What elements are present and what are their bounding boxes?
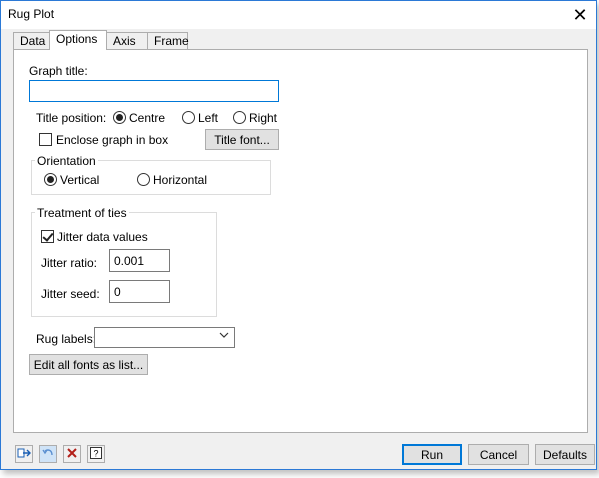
orientation-label: Orientation (35, 154, 98, 168)
jitter-data-checkbox[interactable] (41, 230, 54, 243)
defaults-button[interactable]: Defaults (535, 444, 595, 465)
title-font-button[interactable]: Title font... (205, 129, 279, 150)
cancel-button[interactable]: Cancel (468, 444, 529, 465)
jitter-data-label: Jitter data values (57, 230, 148, 244)
chevron-down-icon (219, 330, 229, 343)
close-icon: ✕ (572, 4, 588, 25)
title-position-centre-label: Centre (129, 111, 166, 125)
tab-options[interactable]: Options (49, 30, 107, 50)
jitter-seed-label: Jitter seed: (41, 287, 100, 301)
title-position-right-label: Right (249, 111, 278, 125)
clear-button[interactable] (63, 445, 81, 463)
enclose-graph-checkbox[interactable] (39, 133, 52, 146)
close-button[interactable]: ✕ (564, 1, 596, 29)
orientation-vertical-radio[interactable] (44, 173, 57, 186)
svg-text:?: ? (93, 448, 98, 458)
title-bar: Rug Plot ✕ (1, 1, 596, 29)
title-position-left-label: Left (198, 111, 219, 125)
pin-icon (17, 447, 31, 462)
enclose-graph-label: Enclose graph in box (56, 133, 169, 147)
tab-axis[interactable]: Axis (106, 32, 148, 49)
orientation-vertical-label: Vertical (60, 173, 100, 187)
options-panel: Graph title: Title position: Centre Left… (13, 49, 588, 433)
orientation-horizontal-radio[interactable] (137, 173, 150, 186)
orientation-horizontal-label: Horizontal (153, 173, 208, 187)
undo-icon (42, 447, 54, 461)
tab-data[interactable]: Data (13, 32, 50, 49)
run-button[interactable]: Run (402, 444, 462, 465)
tab-frame[interactable]: Frame (147, 32, 189, 49)
rug-labels-select[interactable] (94, 327, 235, 348)
pin-button[interactable] (15, 445, 33, 463)
help-icon: ? (90, 446, 102, 462)
title-position-left-radio[interactable] (182, 111, 195, 124)
jitter-ratio-input[interactable] (109, 249, 170, 272)
clear-icon (66, 447, 78, 462)
jitter-seed-input[interactable] (109, 280, 170, 303)
undo-button[interactable] (39, 445, 57, 463)
graph-title-label: Graph title: (29, 64, 88, 78)
ties-label: Treatment of ties (35, 206, 129, 220)
rug-labels-label: Rug labels: (36, 332, 97, 346)
title-position-centre-radio[interactable] (113, 111, 126, 124)
graph-title-input[interactable] (29, 80, 279, 102)
title-position-right-radio[interactable] (233, 111, 246, 124)
rug-plot-dialog: Rug Plot ✕ Data Options Axis Frame Graph… (0, 0, 597, 470)
title-position-label: Title position: (36, 111, 107, 125)
help-button[interactable]: ? (87, 445, 105, 463)
window-title: Rug Plot (8, 7, 55, 21)
edit-all-fonts-button[interactable]: Edit all fonts as list... (29, 354, 148, 375)
jitter-ratio-label: Jitter ratio: (41, 256, 98, 270)
